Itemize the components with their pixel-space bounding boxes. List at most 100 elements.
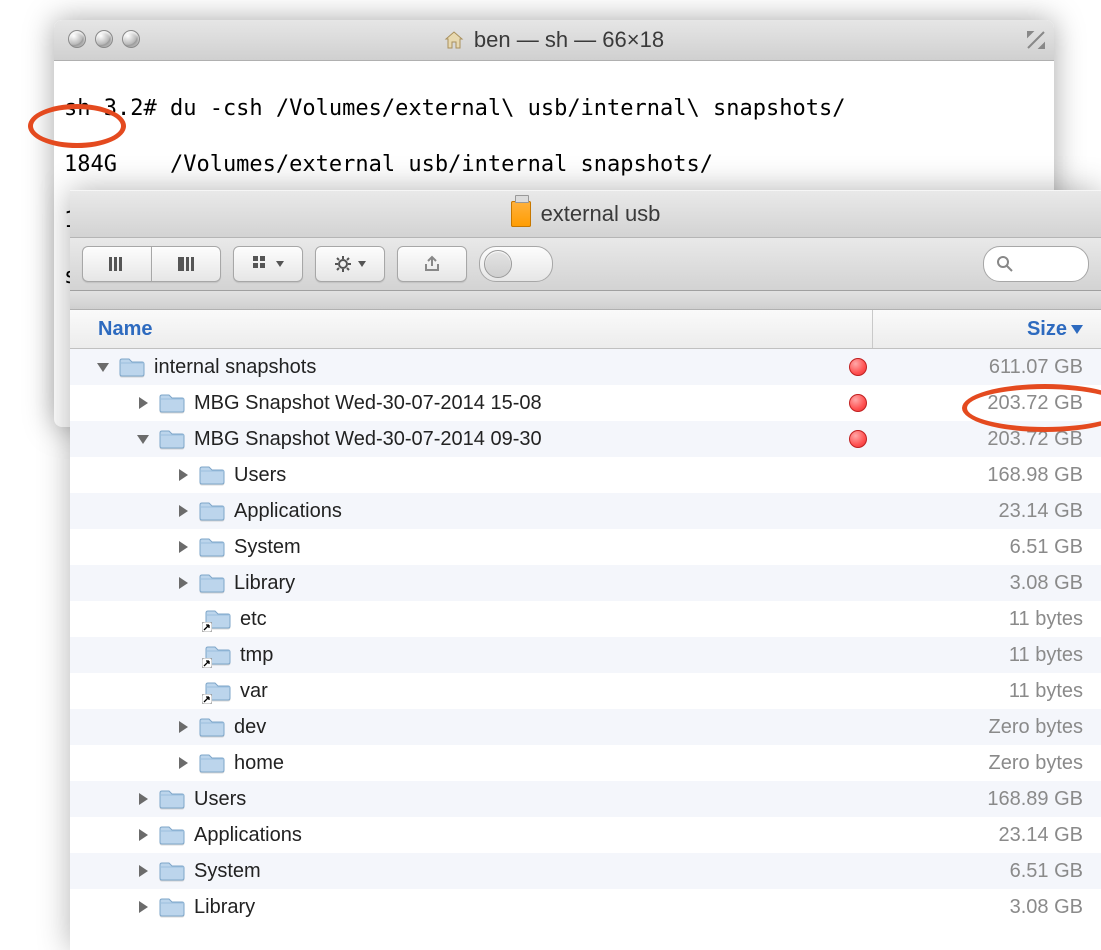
folder-icon	[158, 896, 186, 918]
folder-icon	[198, 536, 226, 558]
arrange-button[interactable]	[233, 246, 303, 282]
table-row[interactable]: MBG Snapshot Wed-30-07-2014 15-08203.72 …	[70, 385, 1101, 421]
finder-title-text: external usb	[541, 201, 661, 227]
finder-toolbar	[70, 238, 1101, 291]
disclosure-spacer	[174, 646, 198, 664]
table-row[interactable]: tmp 11 bytes	[70, 637, 1101, 673]
folder-icon	[204, 644, 232, 666]
search-input[interactable]	[983, 246, 1089, 282]
file-size: 11 bytes	[887, 644, 1101, 667]
toggle-switch[interactable]	[479, 246, 553, 282]
table-row[interactable]: var 11 bytes	[70, 673, 1101, 709]
terminal-title: ben — sh — 66×18	[444, 27, 664, 53]
folder-icon	[204, 608, 232, 630]
tag-dot	[849, 358, 867, 376]
file-size: 3.08 GB	[887, 572, 1101, 595]
toggle-knob-icon	[484, 250, 512, 278]
table-row[interactable]: internal snapshots611.07 GB	[70, 349, 1101, 385]
chevron-down-icon	[358, 261, 366, 267]
file-size: 23.14 GB	[887, 500, 1101, 523]
disclosure-triangle[interactable]	[134, 826, 152, 844]
folder-icon	[198, 716, 226, 738]
zoom-button[interactable]	[122, 30, 140, 48]
usb-drive-icon	[511, 201, 531, 227]
chevron-down-icon	[276, 261, 284, 267]
disclosure-triangle[interactable]	[134, 862, 152, 880]
table-row[interactable]: Users168.98 GB	[70, 457, 1101, 493]
table-row[interactable]: Users168.89 GB	[70, 781, 1101, 817]
file-name: dev	[234, 716, 851, 739]
chevron-right-icon	[179, 721, 188, 733]
column-header: Name Size	[70, 310, 1101, 349]
chevron-right-icon	[179, 577, 188, 589]
file-size: 168.98 GB	[887, 464, 1101, 487]
table-row[interactable]: Applications23.14 GB	[70, 817, 1101, 853]
table-row[interactable]: dev Zero bytes	[70, 709, 1101, 745]
terminal-line: 184G /Volumes/external usb/internal snap…	[64, 151, 1044, 179]
terminal-line: sh-3.2# du -csh /Volumes/external\ usb/i…	[64, 95, 1044, 123]
file-name: Library	[194, 896, 851, 919]
chevron-right-icon	[179, 505, 188, 517]
file-name: Users	[194, 788, 851, 811]
disclosure-triangle[interactable]	[174, 538, 192, 556]
table-row[interactable]: System6.51 GB	[70, 853, 1101, 889]
share-button[interactable]	[397, 246, 467, 282]
search-icon	[996, 255, 1014, 273]
table-row[interactable]: etc11 bytes	[70, 601, 1101, 637]
file-name: internal snapshots	[154, 356, 849, 379]
disclosure-spacer	[174, 682, 198, 700]
table-row[interactable]: Library 3.08 GB	[70, 889, 1101, 925]
table-row[interactable]: Applications 23.14 GB	[70, 493, 1101, 529]
finder-titlebar[interactable]: external usb	[70, 190, 1101, 238]
disclosure-triangle[interactable]	[134, 898, 152, 916]
file-size: Zero bytes	[887, 716, 1101, 739]
disclosure-triangle[interactable]	[174, 466, 192, 484]
file-name: System	[194, 860, 851, 883]
close-button[interactable]	[68, 30, 86, 48]
folder-icon	[198, 464, 226, 486]
file-size: 203.72 GB	[887, 428, 1101, 451]
folder-icon	[198, 572, 226, 594]
disclosure-triangle[interactable]	[174, 574, 192, 592]
file-name: Applications	[234, 500, 851, 523]
table-row[interactable]: Library3.08 GB	[70, 565, 1101, 601]
file-name: tmp	[240, 644, 851, 667]
resize-icon[interactable]	[1024, 28, 1048, 52]
disclosure-triangle[interactable]	[174, 502, 192, 520]
chevron-down-icon	[137, 435, 149, 444]
chevron-right-icon	[179, 757, 188, 769]
disclosure-triangle[interactable]	[94, 358, 112, 376]
file-size: 23.14 GB	[887, 824, 1101, 847]
file-size: 3.08 GB	[887, 896, 1101, 919]
file-list[interactable]: internal snapshots611.07 GBMBG Snapshot …	[70, 349, 1101, 950]
disclosure-triangle[interactable]	[174, 718, 192, 736]
view-list-mode-button[interactable]	[151, 246, 221, 282]
stage: { "terminal": { "title": "ben — sh — 66×…	[0, 0, 1101, 950]
folder-icon	[198, 500, 226, 522]
column-name-header[interactable]: Name	[70, 310, 873, 348]
file-size: Zero bytes	[887, 752, 1101, 775]
file-name: var	[240, 680, 851, 703]
table-row[interactable]: home Zero bytes	[70, 745, 1101, 781]
disclosure-triangle[interactable]	[134, 394, 152, 412]
view-icon-mode-button[interactable]	[82, 246, 151, 282]
folder-icon	[158, 824, 186, 846]
finder-title: external usb	[511, 201, 661, 227]
disclosure-triangle[interactable]	[134, 790, 152, 808]
action-button[interactable]	[315, 246, 385, 282]
finder-window[interactable]: external usb	[70, 190, 1101, 950]
column-size-header[interactable]: Size	[873, 310, 1101, 348]
disclosure-triangle[interactable]	[134, 430, 152, 448]
terminal-titlebar[interactable]: ben — sh — 66×18	[54, 20, 1054, 61]
folder-icon	[158, 428, 186, 450]
tag-dot	[849, 394, 867, 412]
file-name: MBG Snapshot Wed-30-07-2014 09-30	[194, 428, 849, 451]
table-row[interactable]: System 6.51 GB	[70, 529, 1101, 565]
file-size: 11 bytes	[887, 680, 1101, 703]
minimize-button[interactable]	[95, 30, 113, 48]
file-size: 6.51 GB	[887, 536, 1101, 559]
table-row[interactable]: MBG Snapshot Wed-30-07-2014 09-30 203.72 …	[70, 421, 1101, 457]
disclosure-triangle[interactable]	[174, 754, 192, 772]
file-name: System	[234, 536, 851, 559]
file-name: home	[234, 752, 851, 775]
